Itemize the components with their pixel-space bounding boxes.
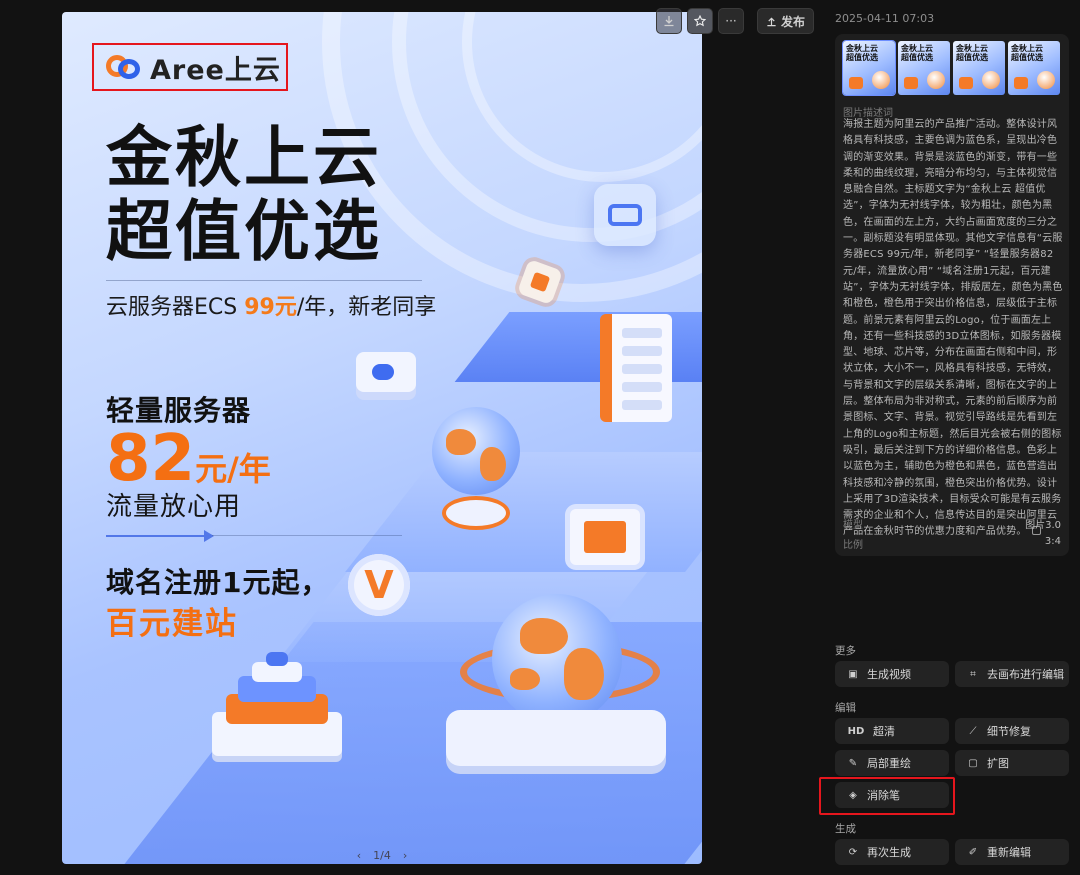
globe-base (446, 710, 666, 766)
download-icon (664, 16, 674, 27)
thumbnail-1[interactable]: 金秋上云 超值优选 (843, 41, 895, 95)
generate-video-button[interactable]: ▣ 生成视频 (835, 661, 949, 687)
expand-icon: ▢ (968, 757, 978, 769)
annotation-highlight-box (819, 777, 955, 815)
canvas-edit-button[interactable]: ⌗ 去画布进行编辑 (955, 661, 1069, 687)
cube-icon (372, 364, 394, 380)
brush-icon: ✎ (848, 757, 858, 769)
logo-text: Aree上云 (150, 54, 281, 86)
image-info-card: 金秋上云 超值优选 金秋上云 超值优选 金秋上云 超值优选 金秋上云 超值优选 图片描述… (835, 34, 1069, 556)
thumbnail-strip: 金秋上云 超值优选 金秋上云 超值优选 金秋上云 超值优选 金秋上云 超值优选 (843, 41, 1060, 95)
regenerate-label: 再次生成 (867, 846, 911, 859)
more-options-button[interactable]: ··· (718, 8, 744, 34)
favorite-button[interactable] (687, 8, 713, 34)
generated-image-canvas[interactable]: Aree上云 金秋上云 超值优选 云服务器ECS 99元/年，新老同享 轻量服务… (62, 12, 702, 864)
v-badge-icon: V (348, 554, 410, 616)
ratio-key: 比例 (843, 540, 863, 551)
generate-video-label: 生成视频 (867, 668, 911, 681)
publish-button[interactable]: 发布 (757, 8, 814, 34)
section-edit-label: 编辑 (835, 702, 856, 714)
publish-label: 发布 (780, 14, 805, 29)
chat-bubble-icon (594, 184, 656, 246)
section-generate-label: 生成 (835, 823, 856, 835)
download-button[interactable] (656, 8, 682, 34)
model-key: 模型 (843, 520, 863, 531)
divider (106, 280, 422, 281)
server-icon (600, 314, 672, 422)
video-icon: ▣ (848, 668, 858, 680)
pencil-icon: ✐ (968, 846, 978, 858)
brand-logo: Aree上云 (92, 43, 288, 91)
poster-title-line2: 超值优选 (106, 193, 382, 270)
refresh-icon: ⟳ (848, 846, 858, 858)
image-pager: ‹ 1/4 › (62, 849, 702, 862)
thumbnail-4[interactable]: 金秋上云 超值优选 (1008, 41, 1060, 95)
flow-text: 流量放心用 (106, 492, 242, 522)
model-value: 图片3.0 (1025, 520, 1061, 531)
prev-page-button[interactable]: ‹ (357, 849, 361, 862)
timestamp: 2025-04-11 07:03 (835, 12, 935, 25)
thumbnail-2[interactable]: 金秋上云 超值优选 (898, 41, 950, 95)
ratio-row: 比例 3:4 (843, 536, 1061, 551)
canvas-edit-label: 去画布进行编辑 (987, 668, 1064, 681)
description-text: 海报主题为阿里云的产品推广活动。整体设计风格具有科技感，主要色调为蓝色系，呈现出… (843, 119, 1063, 538)
ecs-offer: 云服务器ECS 99元/年，新老同享 (106, 295, 437, 320)
reedit-button[interactable]: ✐ 重新编辑 (955, 839, 1069, 865)
layered-stack-icon (212, 652, 342, 762)
divider (212, 535, 402, 536)
expand-image-label: 扩图 (987, 757, 1009, 770)
local-redraw-label: 局部重绘 (867, 757, 911, 770)
local-redraw-button[interactable]: ✎ 局部重绘 (835, 750, 949, 776)
hd-icon: HD (847, 725, 865, 737)
domain-offer-line2: 百元建站 (106, 606, 238, 642)
thumbnail-3[interactable]: 金秋上云 超值优选 (953, 41, 1005, 95)
domain-offer-line1: 域名注册1元起， (106, 566, 330, 599)
decor-platform (345, 452, 702, 572)
hd-upscale-button[interactable]: HD 超清 (835, 718, 949, 744)
light-server-price: 82元/年 (106, 422, 271, 496)
cloud-logo-icon (106, 53, 142, 81)
page-indicator: 1/4 (373, 849, 391, 862)
next-page-button[interactable]: › (403, 849, 407, 862)
upload-icon (767, 16, 776, 26)
wand-icon: ⟋ (969, 725, 977, 737)
arrow-line-icon (106, 530, 214, 542)
canvas-icon: ⌗ (970, 668, 976, 680)
poster-title-line1: 金秋上云 (106, 119, 382, 196)
regenerate-button[interactable]: ⟳ 再次生成 (835, 839, 949, 865)
expand-image-button[interactable]: ▢ 扩图 (955, 750, 1069, 776)
ratio-value: 3:4 (1044, 536, 1061, 547)
model-row: 模型 图片3.0 (843, 516, 1061, 531)
globe-stand (446, 500, 506, 526)
star-icon (694, 15, 706, 27)
chip-icon (570, 509, 640, 565)
hd-upscale-label: 超清 (873, 725, 895, 738)
globe-icon (432, 407, 520, 495)
globe-icon (492, 594, 622, 724)
detail-fix-button[interactable]: ⟋ 细节修复 (955, 718, 1069, 744)
section-more-label: 更多 (835, 645, 856, 657)
reedit-label: 重新编辑 (987, 846, 1031, 859)
detail-fix-label: 细节修复 (987, 725, 1031, 738)
